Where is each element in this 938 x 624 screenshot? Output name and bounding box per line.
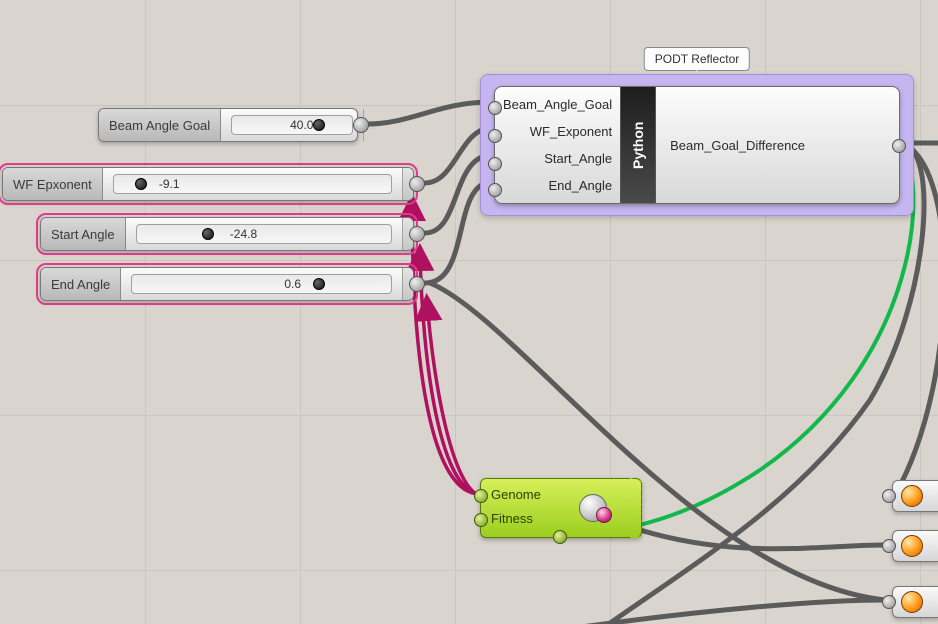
data-icon [901,485,923,507]
data-icon [901,535,923,557]
output-beam-goal-difference: Beam_Goal_Difference [670,138,805,153]
param-input-port[interactable] [882,489,896,503]
slider-end-angle[interactable]: End Angle 0.6 [40,267,414,301]
slider-label: WF Epxonent [3,168,103,200]
slider-output-port[interactable] [409,276,425,292]
slider-value: -24.8 [230,227,257,241]
group-label: PODT Reflector [644,47,750,71]
slider-track[interactable]: -9.1 [113,174,392,194]
galapagos-genome-port[interactable] [474,489,488,503]
slider-beam-angle-goal[interactable]: Beam Angle Goal 40.0 [98,108,358,142]
port-in-1[interactable] [488,101,502,115]
galapagos-bottom-port[interactable] [553,530,567,544]
param-input-port[interactable] [882,539,896,553]
slider-value: 0.6 [284,277,301,291]
input-wf-exponent: WF_Exponent [503,119,612,145]
data-param-3[interactable] [892,586,938,618]
slider-track[interactable]: -24.8 [136,224,392,244]
slider-value: -9.1 [159,177,180,191]
port-in-2[interactable] [488,129,502,143]
slider-knob-icon[interactable] [202,228,214,240]
slider-track[interactable]: 0.6 [131,274,392,294]
slider-label: Beam Angle Goal [99,109,221,141]
port-in-4[interactable] [488,183,502,197]
galapagos-zigzag [630,478,642,538]
python-outputs: Beam_Goal_Difference [656,87,819,203]
galapagos-fitness-port[interactable] [474,513,488,527]
slider-track[interactable]: 40.0 [231,115,353,135]
galapagos-icon [579,494,607,522]
galapagos-solver[interactable]: Genome Fitness [480,478,642,538]
param-input-port[interactable] [882,595,896,609]
input-beam-angle-goal: Beam_Angle_Goal [503,92,612,118]
slider-output-port[interactable] [409,176,425,192]
slider-knob-icon[interactable] [313,119,325,131]
data-icon [901,591,923,613]
input-start-angle: Start_Angle [503,146,612,172]
python-inputs: Beam_Angle_Goal WF_Exponent Start_Angle … [495,87,620,203]
slider-knob-icon[interactable] [313,278,325,290]
galapagos-fitness-label: Fitness [491,511,533,526]
slider-start-angle[interactable]: Start Angle -24.8 [40,217,414,251]
port-in-3[interactable] [488,157,502,171]
galapagos-genome-label: Genome [491,487,541,502]
input-end-angle: End_Angle [503,173,612,199]
data-param-2[interactable] [892,530,938,562]
python-component[interactable]: Beam_Angle_Goal WF_Exponent Start_Angle … [494,86,900,204]
slider-label: Start Angle [41,218,126,250]
slider-wf-exponent[interactable]: WF Epxonent -9.1 [2,167,414,201]
slider-label: End Angle [41,268,121,300]
python-label: Python [620,87,656,203]
port-out-1[interactable] [892,139,906,153]
slider-value: 40.0 [290,118,313,132]
data-param-1[interactable] [892,480,938,512]
slider-output-port[interactable] [409,226,425,242]
slider-output-port[interactable] [353,117,369,133]
grasshopper-canvas[interactable]: { "canvas": { "app": "Grasshopper", "gri… [0,0,938,624]
slider-knob-icon[interactable] [135,178,147,190]
